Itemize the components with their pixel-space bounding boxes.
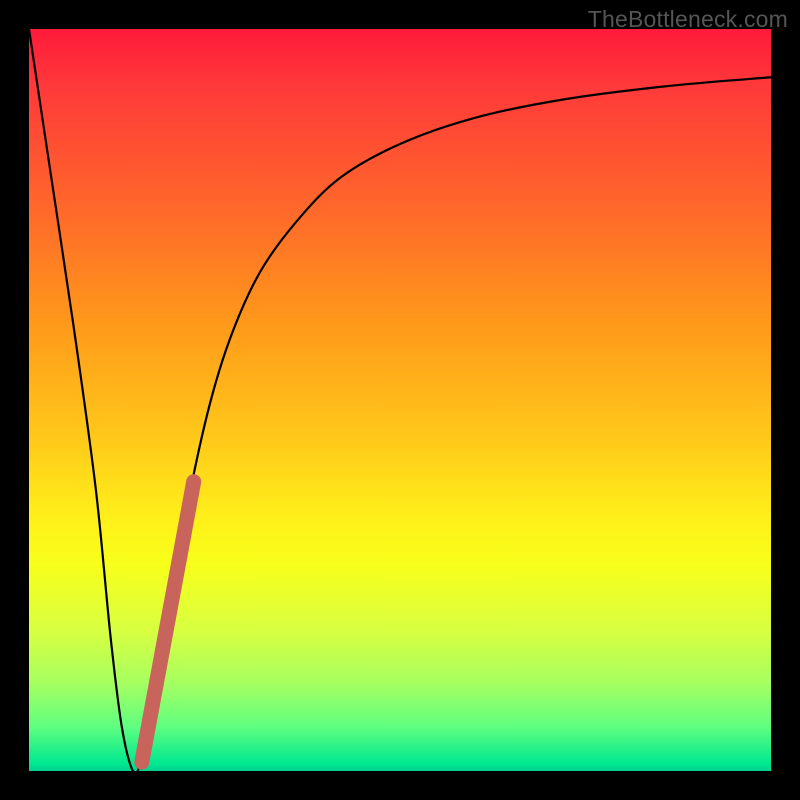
bottleneck-curve: [29, 29, 771, 774]
chart-plot-area: [29, 29, 771, 771]
watermark-text: TheBottleneck.com: [588, 6, 788, 33]
chart-svg: [29, 29, 771, 771]
accent-segment: [142, 482, 194, 762]
